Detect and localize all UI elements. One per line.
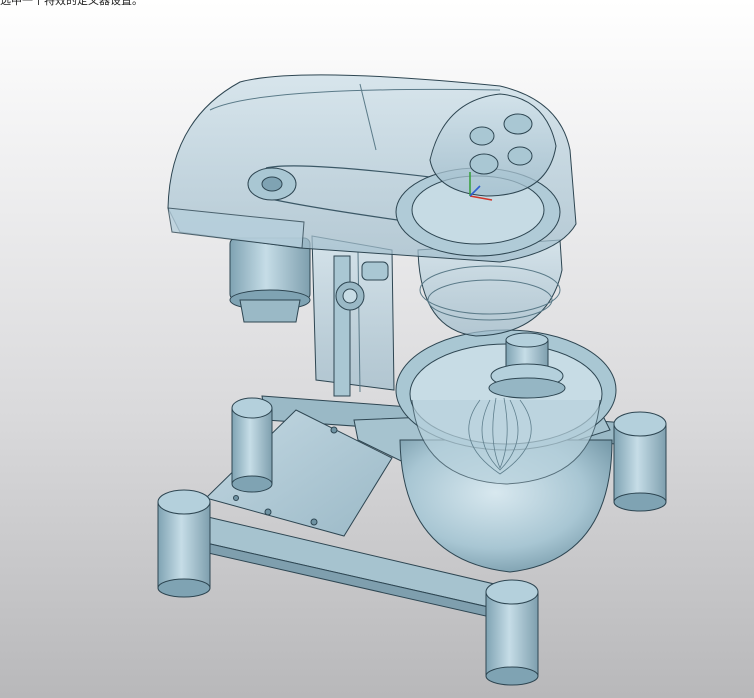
leg-rear-left[interactable]	[231, 397, 273, 493]
cad-3d-viewport[interactable]: 选中一个特效的定义器设置。	[0, 0, 754, 698]
mixer-column[interactable]	[311, 235, 395, 397]
leg-front-left[interactable]	[157, 489, 211, 598]
leg-front-right[interactable]	[485, 579, 539, 686]
motor-pulley[interactable]	[247, 167, 297, 201]
motor-housing[interactable]	[229, 237, 311, 323]
mixer-3d-model[interactable]	[0, 0, 754, 698]
leg-rear-right[interactable]	[613, 411, 667, 512]
